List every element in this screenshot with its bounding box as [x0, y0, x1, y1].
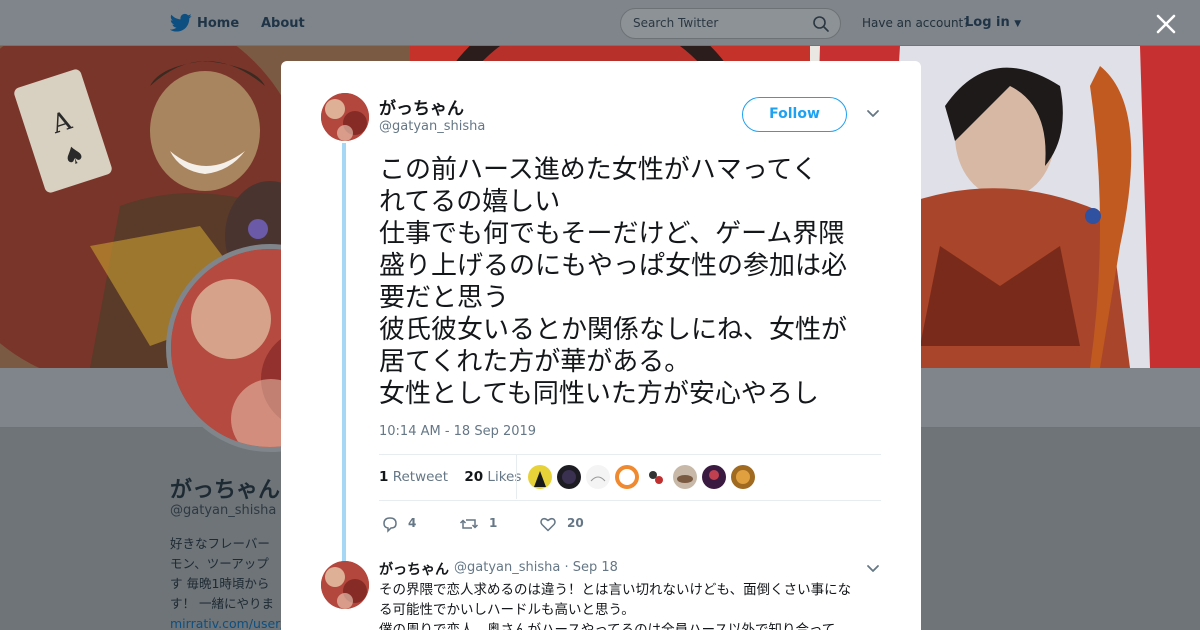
like-count: 20: [567, 516, 584, 530]
likes-count: 20: [464, 469, 484, 485]
chevron-down-icon: ▼: [1014, 19, 1022, 29]
bio-line: 好きなフレーバー: [170, 536, 270, 551]
profile-handle: @gatyan_shisha: [170, 503, 277, 518]
liker-avatar[interactable]: [528, 465, 552, 489]
liker-avatar[interactable]: [586, 465, 610, 489]
search-input[interactable]: Search Twitter: [620, 8, 841, 39]
liker-avatar[interactable]: [702, 465, 726, 489]
avatar-image: [649, 471, 663, 484]
like-button[interactable]: 20: [539, 514, 589, 534]
avatar-image: [709, 470, 719, 480]
profile-name: がっちゃん: [170, 478, 281, 503]
retweet-count: 1: [489, 516, 498, 530]
tweet-author-avatar[interactable]: [321, 93, 369, 141]
search-icon[interactable]: [812, 15, 830, 33]
reply-date[interactable]: · Sep 18: [564, 560, 617, 575]
retweet-icon: [459, 519, 479, 529]
reply-button[interactable]: 4: [381, 514, 421, 534]
likes-stat[interactable]: 20 Likes: [464, 469, 521, 485]
liker-avatar[interactable]: [557, 465, 581, 489]
login-label[interactable]: Log in: [965, 15, 1010, 30]
tweet-text-line: 盛り上げるのにもやっぱ女性の参加は必: [379, 251, 848, 281]
tweet-menu-chevron-icon[interactable]: [866, 109, 880, 119]
profile-bio: 好きなフレーバー モン、ツーアップ す 毎晩1時頃から す！ 一緒にやりま mi…: [170, 534, 290, 630]
tweet-modal: がっちゃん @gatyan_shisha Follow この前ハース進めた女性が…: [281, 61, 921, 630]
tweet-text-line: れてるの嬉しい: [379, 187, 561, 217]
tweet-stats: 1 Retweet 20 Likes: [379, 469, 521, 485]
reply-icon: [383, 517, 397, 533]
tweet-text-line: 彼氏彼女いるとか関係なしにね、女性が: [379, 315, 848, 345]
search-placeholder: Search Twitter: [633, 16, 719, 30]
reply-meta: @gatyan_shisha · Sep 18: [454, 560, 618, 575]
reply-menu-chevron-icon[interactable]: [866, 564, 880, 574]
tweet-author-handle[interactable]: @gatyan_shisha: [379, 119, 485, 134]
avatar-image: [321, 93, 369, 141]
avatar-image: [534, 471, 546, 487]
heart-icon: [540, 517, 556, 532]
reply-author-name[interactable]: がっちゃん: [379, 559, 449, 579]
nav-about-link[interactable]: About: [261, 16, 305, 31]
profile-link[interactable]: mirrativ.com/user/: [170, 614, 290, 630]
avatar-image: [619, 469, 635, 485]
divider: [516, 455, 517, 499]
reply-text-line: 僕の周りで恋人、奥さんがハースやってるのは全員ハース以外で知り合って: [379, 622, 836, 630]
divider: [379, 500, 881, 501]
reply-author-handle[interactable]: @gatyan_shisha: [454, 560, 560, 575]
retweets-label: Retweet: [392, 469, 449, 485]
reply-text: その界隈で恋人求めるのは違う！とは言い切れないけども、面倒くさい事にな る可能性…: [379, 580, 879, 630]
bio-line: モン、ツーアップ: [170, 556, 269, 571]
tweet-text-line: 仕事でも何でもそーだけど、ゲーム界隈: [379, 219, 845, 249]
tweet-text-line: 居てくれた方が華がある。: [379, 347, 691, 377]
bio-line: す！ 一緒にやりま: [170, 596, 274, 611]
thread-connector-line: [342, 143, 346, 561]
avatar-image: [736, 470, 750, 484]
tweet-text-line: 女性としても同性いた方が安心やろし: [379, 379, 819, 409]
login-button[interactable]: Log in ▼: [965, 15, 1021, 30]
avatar-image: [677, 475, 693, 483]
reply-text-line: る可能性でかいしハードルも高いと思う。: [379, 602, 635, 618]
bio-line: す 毎晩1時頃から: [170, 576, 270, 591]
have-account-text: Have an account?: [862, 16, 970, 30]
divider: [379, 454, 881, 455]
retweet-button[interactable]: 1: [459, 514, 499, 534]
reply-author-avatar[interactable]: [321, 561, 369, 609]
liker-avatar[interactable]: [731, 465, 755, 489]
tweet-text-line: 要だと思う: [379, 283, 510, 313]
tweet-text-line: この前ハース進めた女性がハマってく: [379, 155, 818, 185]
liker-avatar[interactable]: [615, 465, 639, 489]
twitter-bird-icon[interactable]: [170, 13, 192, 33]
follow-button[interactable]: Follow: [742, 97, 847, 132]
avatar-image: [590, 476, 606, 482]
nav-home-link[interactable]: Home: [197, 16, 239, 31]
top-navigation-bar: Home About Search Twitter Have an accoun…: [0, 0, 1200, 46]
close-icon[interactable]: [1153, 11, 1179, 37]
avatar-image: [321, 561, 369, 609]
retweets-stat[interactable]: 1 Retweet: [379, 469, 448, 485]
tweet-author-name[interactable]: がっちゃん: [379, 94, 464, 119]
liker-avatar[interactable]: [673, 465, 697, 489]
retweets-count: 1: [379, 469, 389, 485]
avatar-image: [562, 470, 576, 484]
reply-text-line: その界隈で恋人求めるのは違う！とは言い切れないけども、面倒くさい事にな: [379, 582, 852, 598]
tweet-text: この前ハース進めた女性がハマってく れてるの嬉しい 仕事でも何でもそーだけど、ゲ…: [379, 154, 889, 410]
tweet-timestamp[interactable]: 10:14 AM - 18 Sep 2019: [379, 424, 536, 439]
reply-count: 4: [408, 516, 417, 530]
liker-avatar[interactable]: [644, 465, 668, 489]
